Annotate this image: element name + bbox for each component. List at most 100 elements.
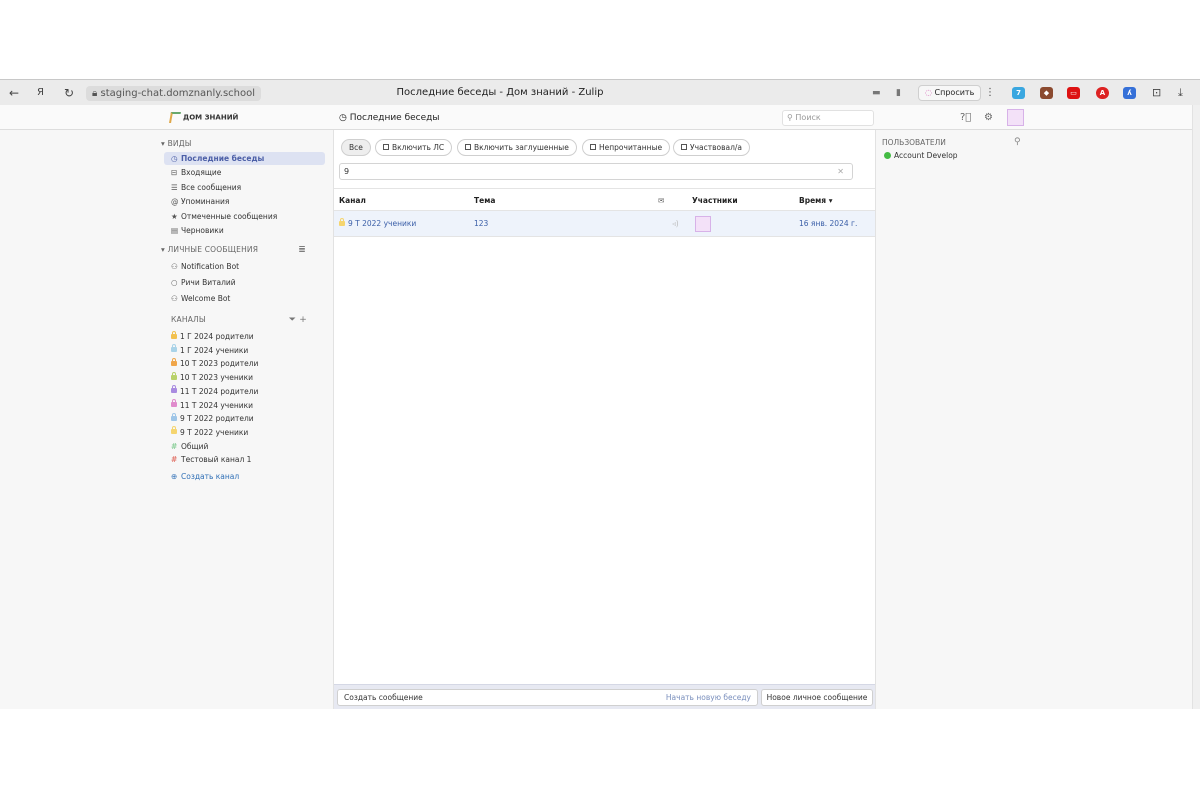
user-name: Account Develop (894, 151, 958, 160)
logo[interactable]: ДОМ ЗНАНИЙ (169, 112, 238, 123)
row-time[interactable]: 16 янв. 2024 г. (799, 219, 857, 228)
channel-item-label: 9 Т 2022 родители (180, 414, 254, 424)
search-input[interactable]: ⚲ Поиск (782, 110, 874, 126)
channel-item[interactable]: 9 Т 2022 ученики (164, 426, 325, 439)
dm-item[interactable]: ⚇ Notification Bot (164, 260, 325, 273)
sidebar-item-view[interactable]: ◷ Последние беседы (164, 152, 325, 165)
dm-header[interactable]: ▾ ЛИЧНЫЕ СООБЩЕНИЯ ≣ (161, 245, 311, 255)
reader-icon[interactable]: ⊡ (1152, 86, 1161, 100)
dm-item-label: Welcome Bot (181, 294, 231, 303)
compose-bar: Создать сообщение Начать новую беседу Нов… (334, 684, 875, 709)
scrollbar[interactable] (1192, 105, 1200, 709)
col-channel[interactable]: Канал (339, 196, 366, 205)
filter-include-dm[interactable]: Включить ЛС (375, 139, 453, 156)
recent-conversations-panel: Все Включить ЛС Включить заглушенные Неп… (333, 130, 876, 709)
extension-pot-icon[interactable]: ◆ (1040, 87, 1053, 99)
help-icon[interactable]: ?⃝ (960, 112, 971, 123)
channel-item[interactable]: 11 Т 2024 ученики (164, 399, 325, 412)
hash-icon: # (171, 455, 178, 465)
filter-participated[interactable]: Участвовал/а (673, 139, 751, 156)
clear-icon[interactable]: ✕ (837, 164, 844, 179)
dm-title: ЛИЧНЫЕ СООБЩЕНИЯ (167, 245, 259, 254)
create-channel-link[interactable]: ⊕ Создать канал (164, 470, 325, 483)
filter-add-icon[interactable]: ⏷ + (289, 315, 307, 325)
filter-include-muted-label: Включить заглушенные (474, 143, 569, 152)
sidebar-item-view[interactable]: ▤ Черновики (164, 224, 325, 237)
channel-item[interactable]: 11 Т 2024 родители (164, 385, 325, 398)
channel-item-label: 10 Т 2023 ученики (180, 373, 254, 383)
channel-item[interactable]: # Тестовый канал 1 (164, 453, 325, 466)
dm-item[interactable]: ⚇ Welcome Bot (164, 292, 325, 305)
views-header[interactable]: ▾ ВИДЫ (161, 139, 192, 148)
dm-list-icon[interactable]: ≣ (298, 245, 306, 255)
gear-icon[interactable]: ⚙ (984, 112, 993, 123)
yandex-icon[interactable]: Я (37, 86, 44, 100)
left-sidebar: ▾ ВИДЫ ◷ Последние беседы ⊟ Входящие ☰ Все со… (0, 130, 333, 709)
clock-icon: ◷ (171, 154, 178, 163)
extension-7-icon[interactable]: 7 (1012, 87, 1025, 99)
col-time[interactable]: Время ▾ (799, 196, 833, 205)
filter-include-muted[interactable]: Включить заглушенные (457, 139, 577, 156)
dm-item[interactable]: ○ Ричи Виталий (164, 276, 325, 289)
checkbox (681, 144, 687, 150)
bookmark-icon[interactable]: ▮ (896, 86, 901, 100)
lock-icon: 🔒︎ (92, 88, 101, 99)
new-topic-button[interactable]: Начать новую беседу (666, 690, 751, 705)
channel-item-label: Общий (181, 441, 209, 451)
avatar[interactable] (1007, 109, 1024, 126)
sidebar-item-label: Последние беседы (181, 154, 265, 163)
channel-item[interactable]: 10 Т 2023 ученики (164, 371, 325, 384)
right-sidebar: ПОЛЬЗОВАТЕЛИ ⚲ Account Develop (877, 130, 1192, 709)
compose-button[interactable]: Создать сообщение Начать новую беседу (337, 689, 758, 706)
star-icon: ★ (171, 211, 178, 221)
sidebar-item-view[interactable]: ⊟ Входящие (164, 166, 325, 179)
extension-tv-icon[interactable]: ▭ (1067, 87, 1080, 99)
search-icon[interactable]: ⚲ (1014, 137, 1021, 147)
channel-item[interactable]: 9 Т 2022 родители (164, 412, 325, 425)
channel-item[interactable]: 10 Т 2023 родители (164, 357, 325, 370)
download-icon[interactable]: ⤓ (1178, 86, 1183, 100)
user-list-item[interactable]: Account Develop (884, 151, 958, 160)
views-title: ВИДЫ (167, 139, 192, 148)
menu-icon[interactable]: ⋮ (985, 86, 995, 100)
sidebar-item-label: Входящие (181, 168, 222, 178)
mute-icon[interactable]: ◃) (672, 219, 679, 228)
lock-icon (171, 385, 177, 394)
lock-icon (171, 412, 177, 421)
channel-item[interactable]: # Общий (164, 440, 325, 453)
sidebar-item-view[interactable]: @ Упоминания (164, 195, 325, 208)
back-icon[interactable]: ← (9, 86, 19, 100)
user-circle-icon: ○ (171, 278, 178, 287)
sidebar-item-label: Все сообщения (181, 182, 242, 192)
row-channel[interactable]: 9 Т 2022 ученики (339, 217, 416, 228)
dm-item-label: Ричи Виталий (181, 278, 236, 287)
address-bar[interactable]: 🔒︎ staging-chat.domznanly.school (86, 86, 262, 101)
reload-icon[interactable]: ↻ (64, 86, 74, 100)
table-row[interactable]: 9 Т 2022 ученики 123 ◃) 16 янв. 2024 г. (334, 211, 875, 237)
col-topic[interactable]: Тема (474, 196, 495, 205)
plus-circle-icon: ⊕ (171, 472, 178, 481)
bot-icon: ⚇ (171, 262, 178, 271)
channels-title: КАНАЛЫ (171, 315, 206, 324)
chat-icon[interactable]: ▬ (872, 86, 881, 100)
new-dm-button[interactable]: Новое личное сообщение (761, 689, 873, 706)
filter-all-button[interactable]: Все (341, 139, 371, 156)
extension-translate-icon[interactable]: ʎ (1123, 87, 1136, 99)
channel-item[interactable]: 1 Г 2024 ученики (164, 344, 325, 357)
row-topic[interactable]: 123 (474, 219, 488, 228)
participant-avatar[interactable] (695, 216, 711, 232)
channel-item-label: 11 Т 2024 ученики (180, 400, 254, 410)
table-header: Канал Тема ✉ Участники Время ▾ (334, 188, 875, 211)
channel-item[interactable]: 1 Г 2024 родители (164, 330, 325, 343)
channel-item-label: Тестовый канал 1 (181, 455, 252, 465)
recent-filter-input[interactable]: 9 ✕ (339, 163, 853, 180)
adblock-icon[interactable]: A (1096, 87, 1109, 99)
ask-button[interactable]: ◌ Спросить (918, 85, 982, 101)
envelope-icon: ✉ (658, 196, 665, 205)
filter-unread-label: Непрочитанные (599, 143, 663, 152)
channel-item-label: 1 Г 2024 родители (180, 332, 254, 341)
sidebar-item-view[interactable]: ★ Отмеченные сообщения (164, 210, 325, 223)
sidebar-item-view[interactable]: ☰ Все сообщения (164, 181, 325, 194)
filter-unread[interactable]: Непрочитанные (582, 139, 671, 156)
lock-icon (171, 357, 177, 366)
